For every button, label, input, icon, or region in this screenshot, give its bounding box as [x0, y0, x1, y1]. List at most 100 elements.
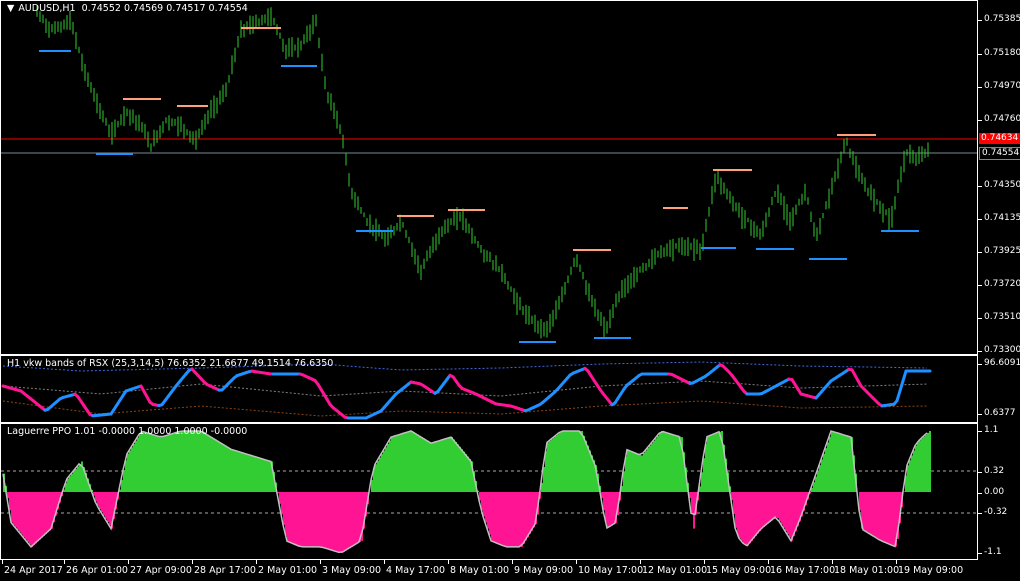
laguerre-bar: [779, 492, 781, 522]
laguerre-bar: [449, 437, 451, 492]
laguerre-bar: [913, 450, 915, 492]
laguerre-bar: [747, 492, 749, 546]
laguerre-bar: [437, 441, 439, 492]
laguerre-bar: [243, 452, 245, 492]
rsx-indicator-pane[interactable]: H1 vkw bands of RSX (25,3,14,5) 76.6352 …: [0, 355, 978, 423]
price-tick: 0.74135: [977, 213, 1020, 223]
price-tick: 0.73510: [977, 312, 1020, 322]
laguerre-bar: [543, 466, 545, 492]
laguerre-bar: [745, 492, 747, 546]
laguerre-bar: [439, 440, 441, 492]
laguerre-bar: [739, 492, 741, 539]
laguerre-bar: [385, 447, 387, 492]
rsx-indicator-label: H1 vkw bands of RSX (25,3,14,5) 76.6352 …: [7, 358, 334, 369]
laguerre-bar: [157, 435, 159, 492]
laguerre-bar: [607, 492, 609, 528]
laguerre-bar: [245, 453, 247, 492]
laguerre-bar: [403, 433, 405, 492]
laguerre-bar: [195, 431, 197, 492]
laguerre-bar: [225, 445, 227, 492]
laguerre-bar: [427, 440, 429, 492]
price-scale[interactable]: 0.75385 0.75180 0.74970 0.74760 0.74350 …: [977, 0, 1020, 355]
laguerre-bar: [711, 435, 713, 492]
laguerre-bar: [849, 436, 851, 492]
laguerre-bar: [891, 492, 893, 545]
time-label: 15 May 09:00: [703, 560, 772, 576]
laguerre-bar: [829, 436, 831, 492]
laguerre-bar: [847, 435, 849, 492]
laguerre-bar: [269, 460, 271, 492]
laguerre-bar: [677, 435, 679, 492]
laguerre-bar: [207, 434, 209, 492]
laguerre-bar: [443, 439, 445, 492]
laguerre-bar: [495, 492, 497, 543]
laguerre-bar: [503, 492, 505, 546]
laguerre-bar: [907, 465, 909, 492]
laguerre-bar: [563, 431, 565, 492]
laguerre-bar: [645, 450, 647, 492]
time-label: 2 May 01:00: [255, 560, 318, 576]
laguerre-bar: [335, 492, 337, 552]
laguerre-bar: [775, 492, 777, 518]
symbol-name: AUDUSD,H1: [18, 3, 76, 14]
laguerre-bar: [287, 492, 289, 542]
laguerre-scale[interactable]: 1.1 0.32 0.00 -0.32 -1.1: [977, 423, 1020, 560]
laguerre-bar: [667, 432, 669, 492]
laguerre-bar: [877, 492, 879, 539]
laguerre-bar: [883, 492, 885, 542]
laguerre-bar: [173, 433, 175, 492]
laguerre-bar: [581, 431, 583, 492]
laguerre-bar: [841, 434, 843, 492]
laguerre-bar: [177, 432, 179, 492]
main-chart-pane[interactable]: ▼ AUDUSD,H1 0.74552 0.74569 0.74517 0.745…: [0, 0, 978, 355]
laguerre-bar: [301, 492, 303, 547]
time-axis[interactable]: 24 Apr 2017 26 Apr 01:00 27 Apr 09:00 28…: [0, 560, 1020, 581]
laguerre-bar: [771, 492, 773, 521]
laguerre-bar: [127, 453, 129, 492]
laguerre-bar: [641, 455, 643, 492]
laguerre-bar: [329, 492, 331, 550]
laguerre-bar: [283, 492, 285, 525]
laguerre-bar: [571, 431, 573, 492]
laguerre-bar: [671, 434, 673, 492]
triangle-down-icon[interactable]: ▼: [7, 3, 14, 14]
laguerre-bar: [139, 434, 141, 492]
laguerre-bar: [919, 440, 921, 492]
laguerre-bar: [229, 448, 231, 492]
laguerre-bar: [525, 492, 527, 541]
laguerre-bar: [337, 492, 339, 552]
laguerre-bar: [793, 492, 795, 536]
laguerre-bar: [285, 492, 287, 536]
laguerre-bar: [47, 492, 49, 533]
laguerre-bar: [209, 435, 211, 492]
laguerre-bar: [575, 431, 577, 492]
laguerre-bar: [319, 492, 321, 547]
rsx-tick: 96.6091: [977, 358, 1020, 368]
laguerre-bar: [137, 437, 139, 492]
laguerre-bar: [133, 444, 135, 492]
laguerre-bar: [415, 433, 417, 492]
time-label: 9 May 09:00: [511, 560, 574, 576]
laguerre-bar: [831, 431, 833, 492]
laguerre-bar: [647, 448, 649, 492]
laguerre-bar: [511, 492, 513, 547]
laguerre-bar: [339, 492, 341, 553]
laguerre-bar: [493, 492, 495, 542]
laguerre-bar: [817, 470, 819, 492]
laguerre-bar: [823, 453, 825, 492]
laguerre-bar: [25, 492, 27, 540]
laguerre-bar: [917, 442, 919, 492]
laguerre-bar: [561, 431, 563, 492]
laguerre-bar: [99, 492, 101, 510]
laguerre-bar: [215, 439, 217, 492]
laguerre-bar: [447, 438, 449, 492]
laguerre-bar: [191, 431, 193, 492]
price-tick: 0.74350: [977, 180, 1020, 190]
laguerre-bar: [429, 441, 431, 492]
laguerre-indicator-pane[interactable]: Laguerre PPO 1.01 -0.0000 1.0000 1.0000 …: [0, 423, 978, 560]
rsx-scale[interactable]: 96.6091 0.6377: [977, 355, 1020, 423]
laguerre-bar: [669, 433, 671, 492]
laguerre-bar: [675, 435, 677, 492]
laguerre-bar: [143, 431, 145, 492]
laguerre-bar: [871, 492, 873, 535]
